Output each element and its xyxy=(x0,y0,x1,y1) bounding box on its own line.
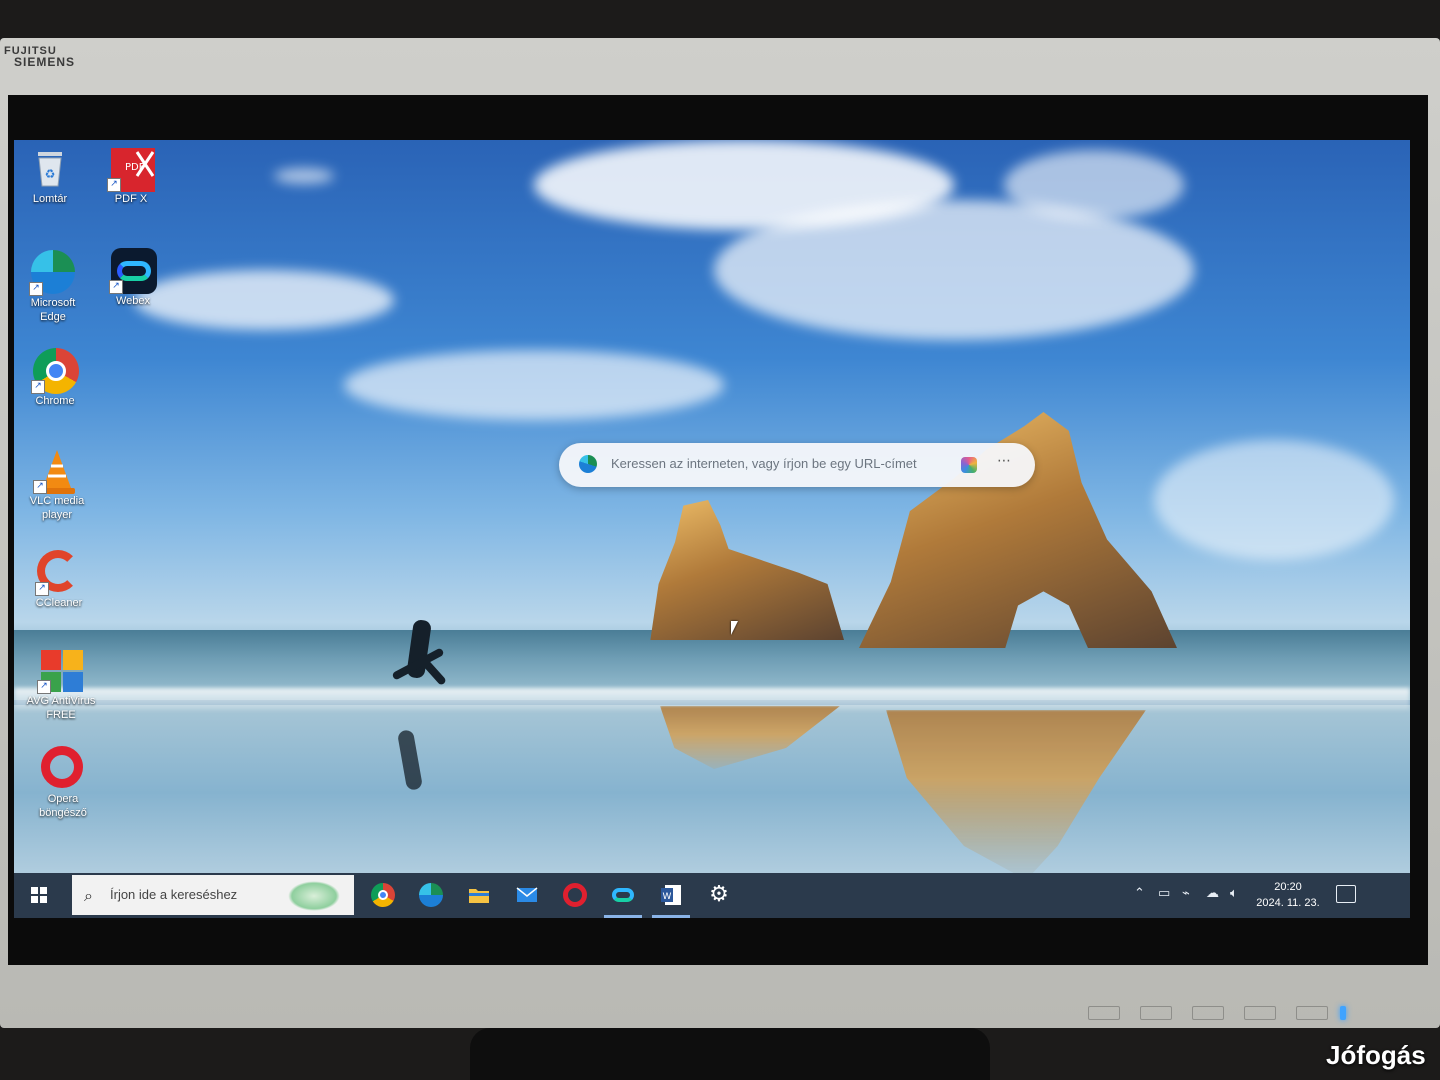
taskbar-search-input[interactable]: Írjon ide a kereséshez xyxy=(110,887,237,902)
mail-icon xyxy=(515,883,539,907)
avg-icon: ↗ xyxy=(37,648,83,694)
desktop-icon-edge[interactable]: ↗ Microsoft Edge xyxy=(18,250,88,324)
taskbar: ⌕ Írjon ide a kereséshez W ⚙ ⌃ ▭ ⌁ ☁ 🔈︎ … xyxy=(14,873,1410,918)
show-hidden-icons-chevron-up-icon[interactable]: ⌃ xyxy=(1134,886,1145,901)
monitor-button[interactable] xyxy=(1296,1006,1328,1020)
desktop-icon-label: Opera böngésző xyxy=(39,793,87,819)
edge-search-input[interactable]: Keressen az interneten, vagy írjon be eg… xyxy=(611,456,917,471)
shortcut-arrow-icon: ↗ xyxy=(35,582,49,596)
cloud xyxy=(134,270,394,330)
desktop-screen: ♻ Lomtár PDF ↗ PDF X ↗ Microsoft Edge ↗ … xyxy=(14,140,1410,918)
cloud xyxy=(1154,440,1394,560)
desktop-icon-label: PDF X xyxy=(114,193,148,205)
webex-icon: ↗ xyxy=(109,248,157,294)
chrome-icon: ↗ xyxy=(31,348,79,394)
webex-icon xyxy=(611,883,635,907)
desktop-icon-opera[interactable]: Opera böngésző xyxy=(28,746,98,820)
onedrive-cloud-icon[interactable]: ☁ xyxy=(1206,886,1219,901)
desktop-icon-vlc[interactable]: ↗ VLC media player xyxy=(22,448,92,522)
taskbar-webex[interactable] xyxy=(600,873,646,918)
word-icon: W xyxy=(659,883,683,907)
monitor-stand xyxy=(470,1028,990,1080)
cloud xyxy=(274,168,334,184)
copilot-icon[interactable] xyxy=(961,457,977,473)
desktop-icon-label: Lomtár xyxy=(32,193,68,205)
taskbar-word[interactable]: W xyxy=(648,873,694,918)
network-icon[interactable]: ⌁ xyxy=(1182,886,1190,901)
desktop-icon-recycle-bin[interactable]: ♻ Lomtár xyxy=(15,146,85,206)
power-led xyxy=(1340,1006,1346,1020)
opera-icon xyxy=(563,883,587,907)
edge-search-widget[interactable]: Keressen az interneten, vagy írjon be eg… xyxy=(559,443,1035,487)
desktop-icon-label: AVG AntiVirus FREE xyxy=(26,695,96,721)
monitor-button[interactable] xyxy=(1244,1006,1276,1020)
volume-icon[interactable]: 🔈︎ xyxy=(1230,886,1238,901)
taskbar-chrome[interactable] xyxy=(360,873,406,918)
notification-center-icon[interactable] xyxy=(1336,885,1356,903)
desktop-icon-ccleaner[interactable]: ↗ CCleaner xyxy=(24,550,94,610)
search-icon: ⌕ xyxy=(84,886,93,905)
desktop-icon-label: Webex xyxy=(115,295,151,307)
pdfx-icon: PDF ↗ xyxy=(107,146,155,192)
settings-icon: ⚙ xyxy=(709,882,729,907)
svg-text:♻: ♻ xyxy=(45,167,56,181)
brand-line-2: SIEMENS xyxy=(14,55,76,69)
taskbar-clock[interactable]: 20:20 2024. 11. 23. xyxy=(1248,879,1328,911)
monitor-button[interactable] xyxy=(1088,1006,1120,1020)
clock-date: 2024. 11. 23. xyxy=(1256,897,1320,909)
recycle-bin-icon: ♻ xyxy=(28,146,72,190)
search-highlight-image xyxy=(288,881,340,911)
shortcut-arrow-icon: ↗ xyxy=(109,280,123,294)
taskbar-search-box[interactable]: ⌕ Írjon ide a kereséshez xyxy=(72,875,354,915)
desktop-icon-pdfx[interactable]: PDF ↗ PDF X xyxy=(96,146,166,206)
edge-icon xyxy=(579,455,597,473)
cloud xyxy=(344,350,724,420)
shortcut-arrow-icon: ↗ xyxy=(33,480,47,494)
small-sea-stack xyxy=(650,500,844,640)
shortcut-arrow-icon: ↗ xyxy=(37,680,51,694)
mouse-cursor-icon xyxy=(731,621,738,635)
monitor-button[interactable] xyxy=(1140,1006,1172,1020)
shortcut-arrow-icon: ↗ xyxy=(29,282,43,296)
windows-logo-icon xyxy=(31,887,47,903)
monitor-button[interactable] xyxy=(1192,1006,1224,1020)
taskbar-file-explorer[interactable] xyxy=(456,873,502,918)
desktop-icon-label: CCleaner xyxy=(35,597,83,609)
desktop-icon-webex[interactable]: ↗ Webex xyxy=(98,248,168,308)
taskbar-settings[interactable]: ⚙ xyxy=(696,873,742,918)
opera-icon xyxy=(41,746,85,790)
ccleaner-icon: ↗ xyxy=(35,550,81,596)
cloud xyxy=(1004,150,1184,220)
desktop-icon-avg[interactable]: ↗ AVG AntiVirus FREE xyxy=(26,648,96,722)
taskbar-edge[interactable] xyxy=(408,873,454,918)
desktop-icon-label: VLC media player xyxy=(29,495,85,521)
cloud xyxy=(714,200,1194,340)
more-options-button[interactable]: ⋯ xyxy=(997,453,1012,469)
svg-text:W: W xyxy=(663,892,672,902)
edge-icon: ↗ xyxy=(29,250,75,296)
desktop-icon-label: Microsoft Edge xyxy=(30,297,76,323)
shortcut-arrow-icon: ↗ xyxy=(107,178,121,192)
battery-icon[interactable]: ▭ xyxy=(1158,886,1170,901)
desktop-icon-label: Chrome xyxy=(35,395,75,407)
shortcut-arrow-icon: ↗ xyxy=(31,380,45,394)
watermark-logo: Jófogás xyxy=(1326,1040,1426,1070)
clock-time: 20:20 xyxy=(1274,881,1302,893)
desktop-icon-chrome[interactable]: ↗ Chrome xyxy=(20,348,90,408)
vlc-icon: ↗ xyxy=(33,448,79,494)
start-button[interactable] xyxy=(14,873,64,918)
taskbar-mail[interactable] xyxy=(504,873,550,918)
file-explorer-icon xyxy=(467,883,491,907)
edge-icon xyxy=(419,883,443,907)
monitor-brand: FUJITSU SIEMENS xyxy=(4,46,76,69)
chrome-icon xyxy=(371,883,395,907)
taskbar-opera[interactable] xyxy=(552,873,598,918)
